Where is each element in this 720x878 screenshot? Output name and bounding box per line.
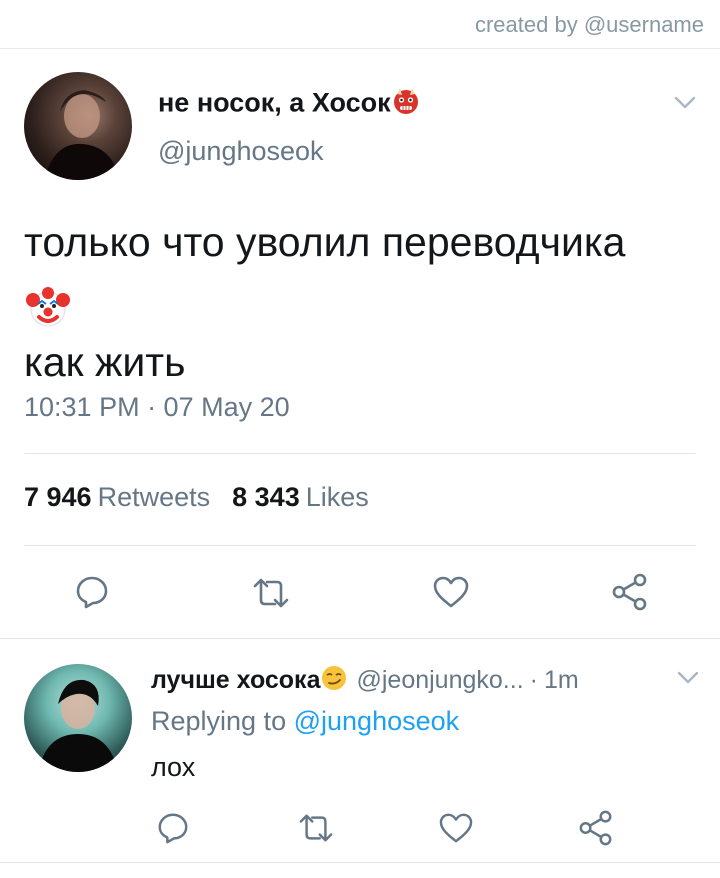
watermark-credit: created by @username <box>474 12 704 37</box>
avatar-photo <box>38 679 118 772</box>
share-button[interactable] <box>611 573 649 611</box>
divider <box>0 638 720 639</box>
tweet-text-line: как жить <box>24 339 186 386</box>
display-name[interactable]: не носок, а Хосок <box>158 86 421 123</box>
retweet-icon <box>253 578 289 608</box>
separator-dot: · <box>529 666 538 695</box>
reply-icon <box>158 813 188 844</box>
like-icon <box>439 813 473 843</box>
divider <box>0 862 720 863</box>
avatar[interactable] <box>24 72 132 180</box>
smirking-face-emoji <box>320 664 348 699</box>
replying-prefix: Replying to <box>151 706 287 736</box>
like-button[interactable] <box>438 812 474 844</box>
like-button[interactable] <box>432 575 470 609</box>
reply-button[interactable] <box>156 811 190 845</box>
tweet-stats: 7 946 Retweets 8 343 Likes <box>24 482 369 513</box>
likes-label[interactable]: Likes <box>306 482 369 512</box>
reply-header: лучше хосока @jeonjungko... · 1m <box>151 664 579 699</box>
retweet-button[interactable] <box>251 576 291 610</box>
replying-to-line: Replying to @junghoseok <box>151 706 459 737</box>
clown-face-emoji <box>24 272 704 332</box>
tweet-text-line: только что уволил переводчика <box>24 219 626 265</box>
retweets-label[interactable]: Retweets <box>98 482 211 512</box>
replying-to-mention[interactable]: @junghoseok <box>294 706 460 736</box>
reply-handle[interactable]: @jeonjungko... <box>356 666 523 694</box>
share-icon <box>612 573 647 611</box>
retweet-icon <box>299 814 333 842</box>
divider <box>24 453 696 454</box>
share-button[interactable] <box>578 810 614 846</box>
username-handle[interactable]: @junghoseok <box>158 136 324 167</box>
avatar-photo <box>44 90 120 180</box>
ogre-emoji <box>391 86 421 123</box>
divider <box>24 545 696 546</box>
like-icon <box>433 576 469 608</box>
retweet-button[interactable] <box>297 812 335 844</box>
reply-button[interactable] <box>74 574 110 610</box>
retweets-count[interactable]: 7 946 <box>24 482 92 512</box>
tweet-text: только что уволил переводчика как жить <box>24 212 704 392</box>
reply-avatar[interactable] <box>24 664 132 772</box>
likes-count[interactable]: 8 343 <box>232 482 300 512</box>
chevron-down-icon[interactable] <box>677 671 699 685</box>
top-divider <box>0 48 720 49</box>
reply-icon <box>76 576 108 609</box>
reply-text: лох <box>151 752 196 782</box>
share-icon <box>579 810 612 846</box>
reply-time[interactable]: 1m <box>544 666 579 694</box>
reply-display-name[interactable]: лучше хосока <box>151 666 320 694</box>
chevron-down-icon[interactable] <box>674 96 696 110</box>
tweet-timestamp[interactable]: 10:31 PM · 07 May 20 <box>24 392 290 423</box>
